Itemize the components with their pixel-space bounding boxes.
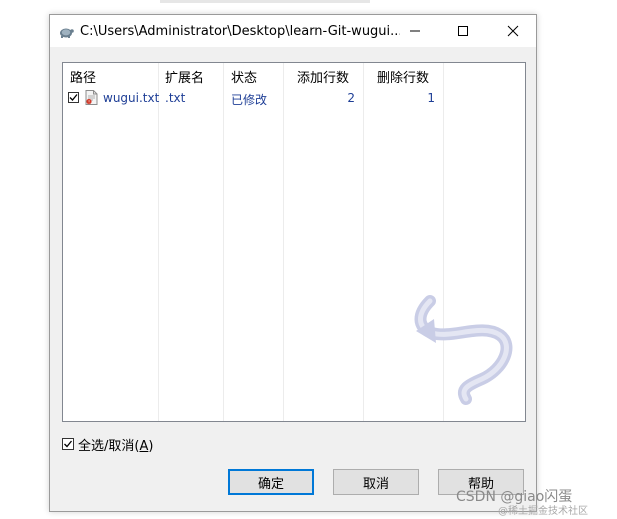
checkmark-icon (64, 440, 73, 448)
row-status: 已修改 (231, 93, 268, 107)
ok-button[interactable]: 确定 (228, 469, 314, 495)
column-separator (223, 63, 224, 421)
file-list[interactable]: 路径 扩展名 状态 添加行数 删除行数 ! wugui.txt .txt 已修改… (62, 62, 526, 422)
maximize-button[interactable] (440, 15, 486, 47)
column-header-path[interactable]: 路径 (70, 67, 96, 86)
row-extension: .txt (165, 91, 186, 105)
column-header-lines-removed[interactable]: 删除行数 (377, 67, 429, 86)
maximize-icon (458, 26, 468, 36)
juejin-watermark: @稀土掘金技术社区 (498, 506, 588, 517)
minimize-icon (410, 30, 420, 32)
svg-text:!: ! (88, 99, 90, 105)
select-all-label: 全选/取消(A) (78, 435, 153, 454)
minimize-button[interactable] (392, 15, 438, 47)
select-all-label-close: ) (148, 438, 154, 454)
select-all-checkbox[interactable] (62, 438, 74, 450)
cancel-button[interactable]: 取消 (333, 469, 419, 495)
column-separator (363, 63, 364, 421)
column-header-status[interactable]: 状态 (231, 67, 257, 86)
row-path: wugui.txt (103, 91, 160, 105)
select-all-toggle[interactable]: 全选/取消(A) (62, 435, 153, 454)
checkmark-icon (69, 94, 78, 101)
column-header-extension[interactable]: 扩展名 (165, 67, 204, 86)
tortoise-app-icon (58, 24, 74, 38)
row-lines-removed: 1 (427, 91, 435, 105)
close-icon (507, 25, 519, 37)
tortoisegit-watermark-icon (414, 295, 513, 405)
page: C:\Users\Administrator\Desktop\learn-Git… (0, 0, 617, 519)
column-separator (158, 63, 159, 421)
column-separator (283, 63, 284, 421)
background-strip (160, 0, 370, 3)
row-lines-added: 2 (347, 91, 355, 105)
dialog-window: C:\Users\Administrator\Desktop\learn-Git… (49, 14, 537, 512)
window-title: C:\Users\Administrator\Desktop\learn-Git… (80, 24, 400, 39)
select-all-label-text: 全选/取消( (78, 438, 140, 454)
title-bar[interactable]: C:\Users\Administrator\Desktop\learn-Git… (50, 15, 536, 47)
close-button[interactable] (490, 15, 536, 47)
row-checkbox[interactable] (68, 92, 79, 103)
column-header-lines-added[interactable]: 添加行数 (297, 67, 349, 86)
text-file-modified-icon: ! (85, 90, 98, 105)
